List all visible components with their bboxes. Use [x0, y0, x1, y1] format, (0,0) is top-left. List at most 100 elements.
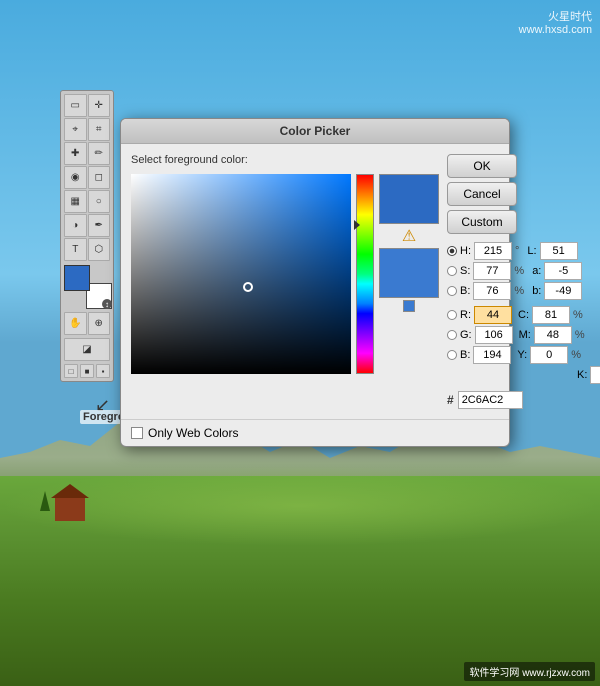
- y-label: Y:: [517, 349, 527, 361]
- selection-rect-tool[interactable]: ▭: [64, 94, 87, 117]
- a-label: a:: [532, 265, 541, 277]
- house: [55, 496, 85, 521]
- tool-row-7: T ⬡: [64, 238, 110, 261]
- b-unit: %: [514, 285, 524, 297]
- dialog-titlebar: Color Picker: [121, 119, 509, 144]
- color-swatches: ↕: [64, 265, 112, 309]
- eraser-tool[interactable]: ◻: [88, 166, 111, 189]
- hue-radio[interactable]: [447, 246, 457, 256]
- b-input[interactable]: [473, 282, 511, 300]
- brightness-row: B: % b:: [447, 282, 557, 300]
- saturation-row: S: % a:: [447, 262, 557, 280]
- l-label: L:: [527, 245, 536, 257]
- crop-tool[interactable]: ⌗: [88, 118, 111, 141]
- r-radio[interactable]: [447, 310, 457, 320]
- red-row: R: C: %: [447, 306, 557, 324]
- fullscreen2-btn[interactable]: ▪: [96, 364, 110, 378]
- s-label: S:: [460, 265, 470, 277]
- tool-row-6: ◑ ✒: [64, 214, 110, 237]
- tool-row-3: ✚ ✏: [64, 142, 110, 165]
- current-color-preview: [379, 248, 439, 298]
- y-unit: %: [571, 349, 581, 361]
- hex-row: #: [447, 391, 557, 409]
- field-highlight: [0, 466, 600, 546]
- g-radio[interactable]: [447, 330, 457, 340]
- y-input[interactable]: [530, 346, 568, 364]
- k-input[interactable]: [590, 366, 600, 384]
- path-tool[interactable]: ⬡: [88, 238, 111, 261]
- heal-tool[interactable]: ✚: [64, 142, 87, 165]
- tool-row-2: ⌖ ⌗: [64, 118, 110, 141]
- gradient-tool[interactable]: ▦: [64, 190, 87, 213]
- clone-tool[interactable]: ◉: [64, 166, 87, 189]
- r-input[interactable]: [474, 306, 512, 324]
- blue-input[interactable]: [473, 346, 511, 364]
- a-input[interactable]: [544, 262, 582, 280]
- watermark-top: 火星时代 www.hxsd.com: [519, 8, 592, 36]
- custom-button[interactable]: Custom: [447, 210, 517, 234]
- hue-row: H: ° L:: [447, 242, 557, 260]
- r-label: R:: [460, 309, 471, 321]
- pen-tool[interactable]: ✒: [88, 214, 111, 237]
- swap-colors-icon[interactable]: ↕: [102, 299, 112, 309]
- web-color-indicator[interactable]: [403, 300, 415, 312]
- move-tool[interactable]: ✛: [88, 94, 111, 117]
- mode-buttons: ◪: [64, 338, 110, 361]
- web-colors-checkbox[interactable]: [131, 427, 143, 439]
- type-tool[interactable]: T: [64, 238, 87, 261]
- select-label: Select foreground color:: [131, 154, 439, 166]
- hand-tool[interactable]: ✋: [64, 312, 87, 335]
- h-input[interactable]: [474, 242, 512, 260]
- standard-view-btn[interactable]: □: [64, 364, 78, 378]
- dialog-title: Color Picker: [280, 124, 351, 138]
- b2-input[interactable]: [544, 282, 582, 300]
- m-label: M:: [519, 329, 531, 341]
- s-input[interactable]: [473, 262, 511, 280]
- cancel-button[interactable]: Cancel: [447, 182, 517, 206]
- m-input[interactable]: [534, 326, 572, 344]
- k-label: K:: [577, 369, 587, 381]
- dialog-left-panel: Select foreground color: ⚠: [131, 154, 439, 409]
- k-row: K: %: [447, 366, 557, 384]
- blur-tool[interactable]: ○: [88, 190, 111, 213]
- fullscreen-btn[interactable]: ■: [80, 364, 94, 378]
- view-mode-buttons: □ ■ ▪: [64, 364, 110, 378]
- dialog-body: Select foreground color: ⚠: [121, 144, 509, 419]
- rgb-values: R: C: % G: M: %: [447, 306, 557, 384]
- ok-button[interactable]: OK: [447, 154, 517, 178]
- dialog-right-panel: OK Cancel Custom H: ° L: S: %: [447, 154, 557, 409]
- l-input[interactable]: [540, 242, 578, 260]
- b-radio[interactable]: [447, 286, 457, 296]
- g-input[interactable]: [475, 326, 513, 344]
- hue-indicator: [354, 220, 360, 230]
- hex-input[interactable]: [458, 391, 523, 409]
- brush-tool[interactable]: ✏: [88, 142, 111, 165]
- quick-mask-tool[interactable]: ◪: [64, 338, 110, 361]
- dialog-buttons: OK Cancel Custom: [447, 154, 557, 234]
- watermark-bottom: 软件学习网 www.rjzxw.com: [464, 662, 595, 681]
- hsb-values: H: ° L: S: % a: B:: [447, 242, 557, 300]
- out-of-gamut-warning[interactable]: ⚠: [379, 226, 439, 246]
- blue-row: B: Y: %: [447, 346, 557, 364]
- dodge-tool[interactable]: ◑: [64, 214, 87, 237]
- color-field-container[interactable]: [131, 174, 351, 374]
- color-cursor: [243, 282, 253, 292]
- c-label: C:: [518, 309, 529, 321]
- hue-slider[interactable]: [356, 174, 374, 374]
- lasso-tool[interactable]: ⌖: [64, 118, 87, 141]
- hue-slider-container: [356, 174, 374, 374]
- c-unit: %: [573, 309, 583, 321]
- m-unit: %: [575, 329, 585, 341]
- zoom-tool[interactable]: ⊕: [88, 312, 111, 335]
- s-radio[interactable]: [447, 266, 457, 276]
- hex-label: #: [447, 393, 454, 407]
- color-preview-area: ⚠: [379, 174, 439, 374]
- b2-label: b:: [532, 285, 541, 297]
- s-unit: %: [514, 265, 524, 277]
- c-input[interactable]: [532, 306, 570, 324]
- new-color-preview: [379, 174, 439, 224]
- color-saturation-field[interactable]: [131, 174, 351, 374]
- foreground-color-swatch[interactable]: [64, 265, 90, 291]
- blue-radio[interactable]: [447, 350, 457, 360]
- web-colors-label: Only Web Colors: [148, 426, 238, 440]
